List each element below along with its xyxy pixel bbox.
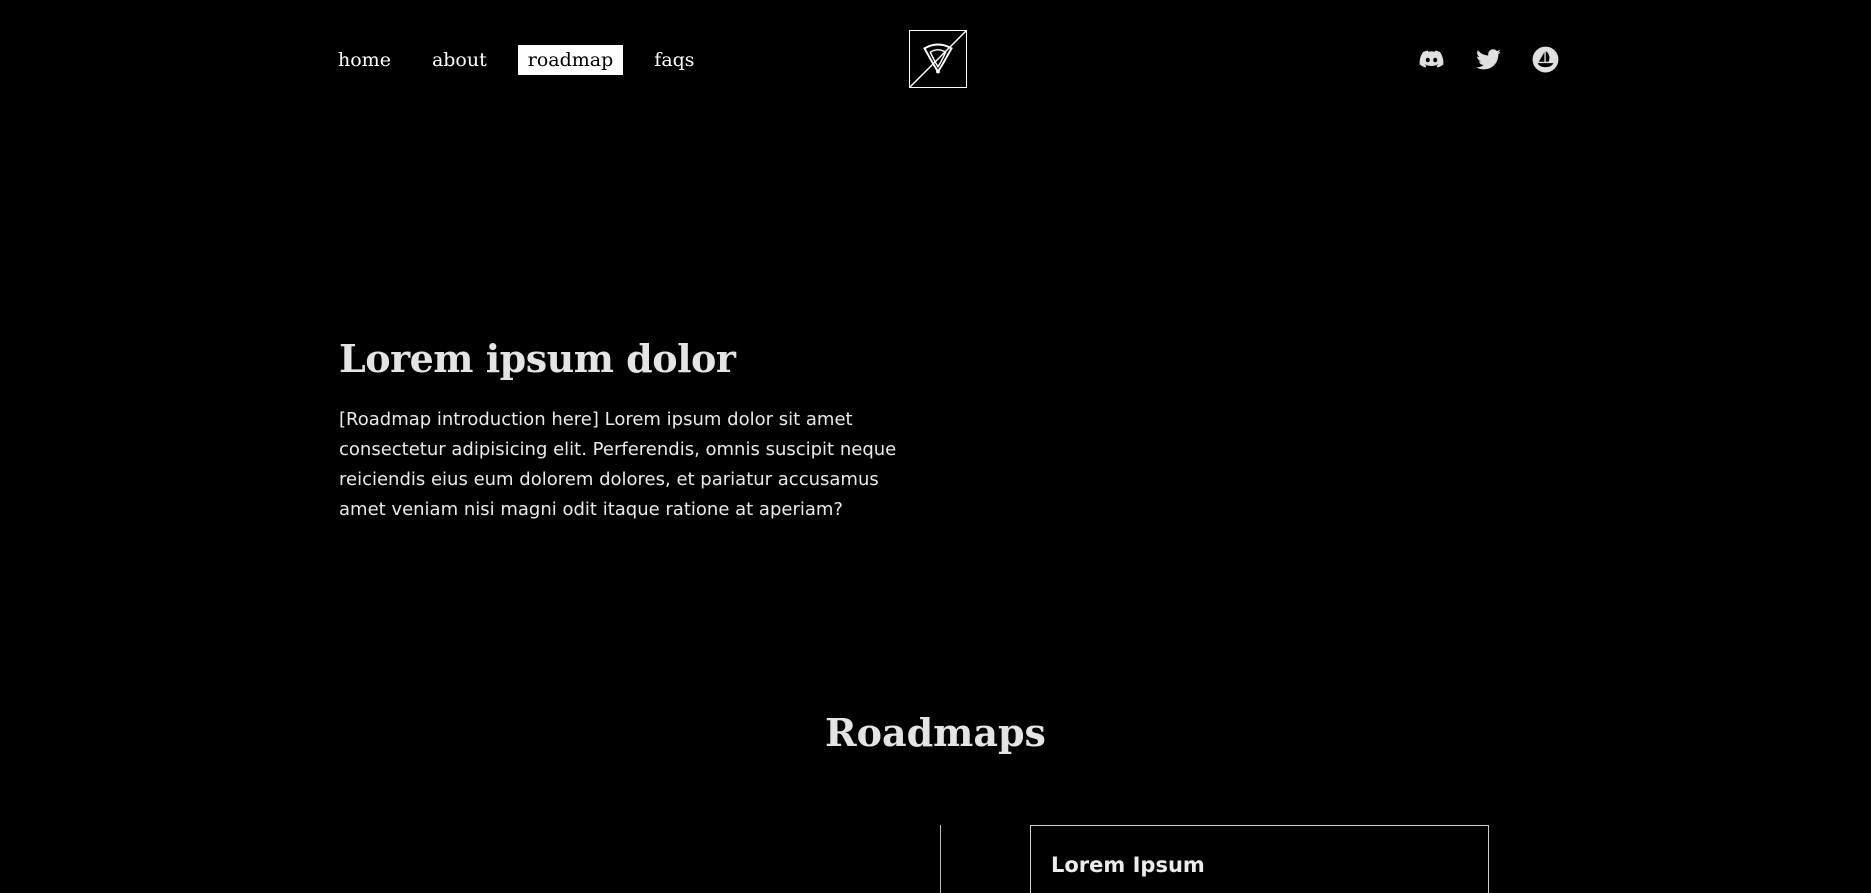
roadmap-card: Lorem Ipsum — [1030, 825, 1489, 893]
roadmaps-title: Roadmaps — [825, 710, 1046, 755]
shield-logo-icon — [910, 31, 966, 87]
main-nav: home about roadmap faqs — [328, 45, 705, 75]
twitter-icon[interactable] — [1475, 46, 1502, 73]
opensea-icon[interactable] — [1532, 46, 1559, 73]
nav-about-link[interactable]: about — [422, 45, 497, 75]
roadmap-card-title: Lorem Ipsum — [1051, 853, 1205, 877]
timeline-line — [940, 825, 941, 893]
site-logo[interactable] — [909, 30, 967, 88]
nav-home-link[interactable]: home — [328, 45, 401, 75]
nav-faqs-link[interactable]: faqs — [644, 45, 704, 75]
social-links — [1418, 46, 1559, 73]
hero-title: Lorem ipsum dolor — [339, 336, 736, 381]
nav-roadmap-link[interactable]: roadmap — [517, 45, 624, 75]
discord-icon[interactable] — [1418, 46, 1445, 73]
hero-body: [Roadmap introduction here] Lorem ipsum … — [339, 409, 897, 520]
